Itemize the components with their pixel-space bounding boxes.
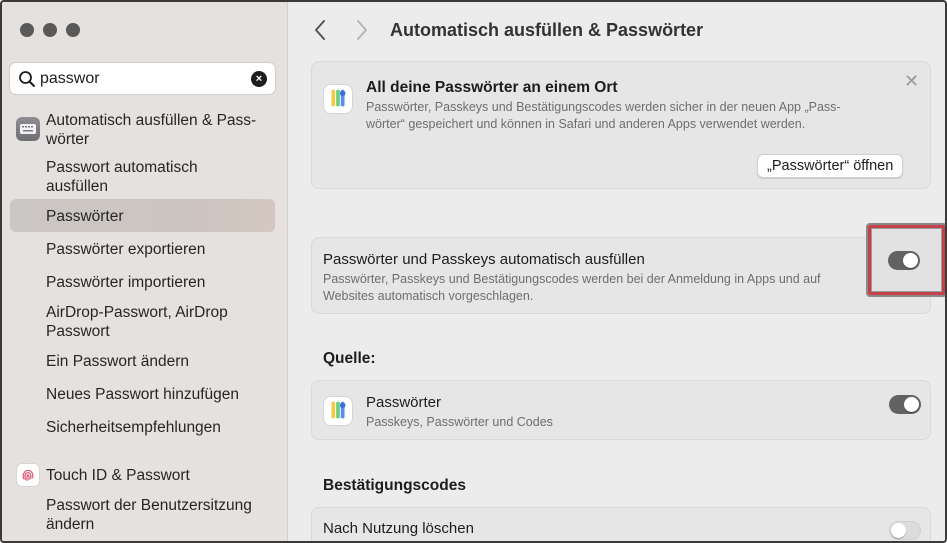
sidebar-item-label: Neues Passwort hinzufügen: [46, 386, 240, 403]
sidebar-item-export-passwords[interactable]: Passwörter exportieren: [46, 240, 205, 259]
close-window-button[interactable]: [20, 23, 34, 37]
search-field[interactable]: passwor ×: [9, 62, 276, 95]
close-icon[interactable]: ✕: [904, 71, 919, 92]
toggle-knob: [891, 523, 906, 538]
autofill-title: Passwörter und Passkeys automatisch ausf…: [323, 251, 645, 268]
sidebar-item-autofill-password[interactable]: Passwort automatisch ausfüllen: [46, 158, 198, 196]
fingerprint-icon: [16, 463, 40, 487]
sidebar-item-label: AirDrop-Passwort, AirDrop: [46, 304, 228, 321]
sidebar-item-change-login-password[interactable]: Passwort der Benutzersitzung ändern: [46, 496, 252, 534]
sidebar-item-label: Passwörter exportieren: [46, 241, 206, 258]
minimize-window-button[interactable]: [43, 23, 57, 37]
delete-after-use-toggle[interactable]: [889, 521, 921, 540]
sidebar-item-import-passwords[interactable]: Passwörter importieren: [46, 273, 205, 292]
sidebar-group-autofill-line1: Automatisch ausfüllen & Pass-: [46, 112, 257, 129]
codes-heading: Bestätigungscodes: [323, 477, 466, 494]
source-toggle[interactable]: [889, 395, 921, 414]
toggle-knob: [904, 397, 919, 412]
source-app-name: Passwörter: [366, 394, 442, 411]
sidebar-item-label: Sicherheitsempfehlungen: [46, 419, 221, 436]
settings-window: passwor × Automatisch ausfüllen & Pass- …: [0, 0, 947, 543]
search-icon: [19, 71, 35, 87]
chevron-right-icon[interactable]: [355, 19, 369, 41]
info-card-desc-line1: Passwörter, Passkeys und Bestätigungscod…: [366, 100, 841, 114]
delete-after-use-label: Nach Nutzung löschen: [323, 520, 474, 537]
passwords-app-icon: [323, 84, 353, 114]
toggle-knob: [903, 253, 918, 268]
sidebar-item-add-password[interactable]: Neues Passwort hinzufügen: [46, 385, 239, 404]
search-input[interactable]: passwor: [40, 70, 100, 88]
sidebar: passwor × Automatisch ausfüllen & Pass- …: [2, 2, 288, 541]
autofill-card: Passwörter und Passkeys automatisch ausf…: [311, 237, 931, 314]
zoom-window-button[interactable]: [66, 23, 80, 37]
sidebar-item-passwords[interactable]: Passwörter: [46, 207, 124, 226]
autofill-desc-line1: Passwörter, Passkeys und Bestätigungscod…: [323, 272, 821, 286]
sidebar-group-autofill-line2: wörter: [46, 131, 90, 148]
page-title: Automatisch ausfüllen & Passwörter: [390, 20, 704, 40]
sidebar-group-touchid-label: Touch ID & Passwort: [46, 467, 190, 484]
traffic-lights: [20, 23, 80, 37]
source-heading: Quelle:: [323, 350, 376, 367]
autofill-toggle[interactable]: [888, 251, 920, 270]
sidebar-item-label: Passwörter: [46, 208, 124, 225]
autofill-desc-line2: Websites automatisch vorgeschlagen.: [323, 289, 534, 303]
codes-card: Nach Nutzung löschen: [311, 507, 931, 541]
main-pane: Automatisch ausfüllen & Passwörter All d…: [289, 2, 945, 541]
sidebar-item-label: Passwörter importieren: [46, 274, 206, 291]
chevron-left-icon[interactable]: [313, 19, 327, 41]
info-card-title: All deine Passwörter an einem Ort: [366, 79, 618, 96]
sidebar-item-label: Passwort: [46, 323, 110, 340]
sidebar-item-label: ändern: [46, 516, 95, 533]
sidebar-item-security-recommendations[interactable]: Sicherheitsempfehlungen: [46, 418, 221, 437]
clear-icon[interactable]: ×: [251, 71, 267, 87]
sidebar-item-label: Passwort automatisch: [46, 159, 198, 176]
info-card-desc-line2: wörter“ gespeichert und können in Safari…: [366, 117, 806, 131]
source-card: Passwörter Passkeys, Passwörter und Code…: [311, 380, 931, 440]
sidebar-item-label: Passwort der Benutzersitzung: [46, 497, 252, 514]
info-card: All deine Passwörter an einem Ort Passwö…: [311, 61, 931, 189]
sidebar-item-change-password[interactable]: Ein Passwort ändern: [46, 352, 189, 371]
sidebar-item-label: Ein Passwort ändern: [46, 353, 190, 370]
sidebar-group-touchid[interactable]: Touch ID & Passwort: [46, 466, 190, 485]
sidebar-item-airdrop-password[interactable]: AirDrop-Passwort, AirDrop Passwort: [46, 303, 228, 341]
passwords-app-icon: [323, 396, 353, 426]
sidebar-item-label: ausfüllen: [46, 178, 109, 195]
sidebar-group-autofill[interactable]: Automatisch ausfüllen & Pass- wörter: [46, 111, 256, 149]
source-app-sub: Passkeys, Passwörter und Codes: [366, 415, 553, 429]
open-passwords-button[interactable]: „Passwörter“ öffnen: [757, 154, 904, 178]
keyboard-icon: [16, 117, 40, 141]
